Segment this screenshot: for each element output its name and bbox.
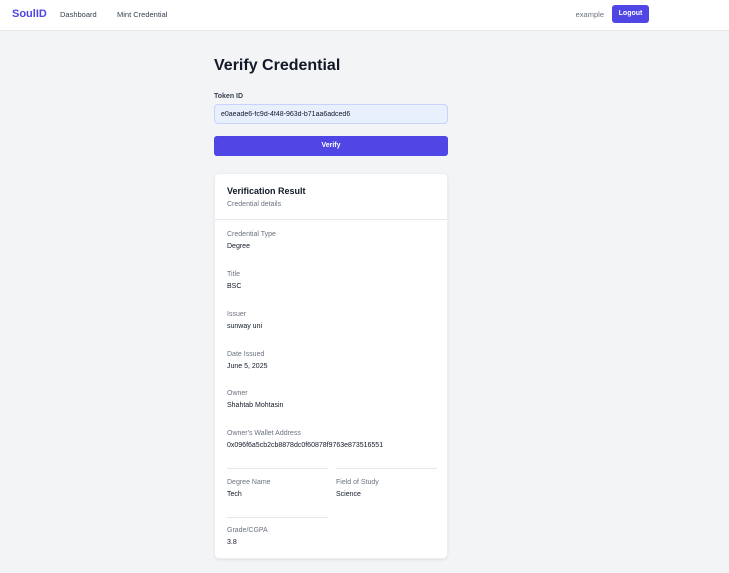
- verification-result-card: Verification Result Credential details C…: [214, 173, 448, 559]
- card-header: Verification Result Credential details: [215, 174, 447, 220]
- field-label: Owner: [227, 390, 248, 397]
- field-value: Shahtab Mohtasin: [227, 402, 284, 409]
- field-value: sunway uni: [227, 323, 263, 330]
- field-wallet-address: Owner's Wallet Address 0x096f6a5cb2cb887…: [227, 430, 383, 449]
- field-label: Date Issued: [227, 351, 265, 358]
- field-issuer: Issuer sunway uni: [227, 311, 262, 330]
- field-value: Science: [336, 491, 361, 498]
- divider: [227, 468, 328, 469]
- top-nav: SoulID Dashboard Mint Credential example…: [0, 0, 729, 31]
- field-grade-cgpa: Grade/CGPA 3.8: [227, 527, 268, 546]
- divider: [336, 468, 437, 469]
- field-value: June 5, 2025: [227, 363, 268, 370]
- field-owner: Owner Shahtab Mohtasin: [227, 390, 283, 409]
- field-value: 0x096f6a5cb2cb8878dc0f60878f9763e8735165…: [227, 442, 384, 449]
- field-label: Issuer: [227, 311, 247, 318]
- field-label: Owner's Wallet Address: [227, 430, 301, 437]
- field-label: Field of Study: [336, 479, 379, 486]
- token-id-label: Token ID: [214, 93, 244, 100]
- field-credential-type: Credential Type Degree: [227, 231, 276, 250]
- logout-button[interactable]: Logout: [612, 5, 649, 23]
- field-label: Degree Name: [227, 479, 271, 486]
- field-title: Title BSC: [227, 271, 241, 290]
- divider: [227, 517, 328, 518]
- field-value: BSC: [227, 283, 242, 290]
- card-title: Verification Result: [227, 186, 306, 196]
- card-subtitle: Credential details: [227, 201, 282, 208]
- field-label: Credential Type: [227, 231, 276, 238]
- brand-logo[interactable]: SoulID: [12, 8, 47, 20]
- username-label: example: [575, 10, 604, 19]
- field-label: Title: [227, 271, 240, 278]
- token-id-input[interactable]: [214, 104, 448, 124]
- verify-button[interactable]: Verify: [214, 136, 448, 156]
- field-field-of-study: Field of Study Science: [336, 479, 379, 498]
- field-date-issued: Date Issued June 5, 2025: [227, 351, 267, 370]
- field-label: Grade/CGPA: [227, 527, 268, 534]
- nav-mint-credential-link[interactable]: Mint Credential: [117, 10, 167, 19]
- nav-dashboard-link[interactable]: Dashboard: [60, 10, 97, 19]
- field-degree-name: Degree Name Tech: [227, 479, 271, 498]
- field-value: Degree: [227, 243, 250, 250]
- field-value: 3.8: [227, 539, 237, 546]
- page-title: Verify Credential: [214, 57, 341, 74]
- field-value: Tech: [227, 491, 242, 498]
